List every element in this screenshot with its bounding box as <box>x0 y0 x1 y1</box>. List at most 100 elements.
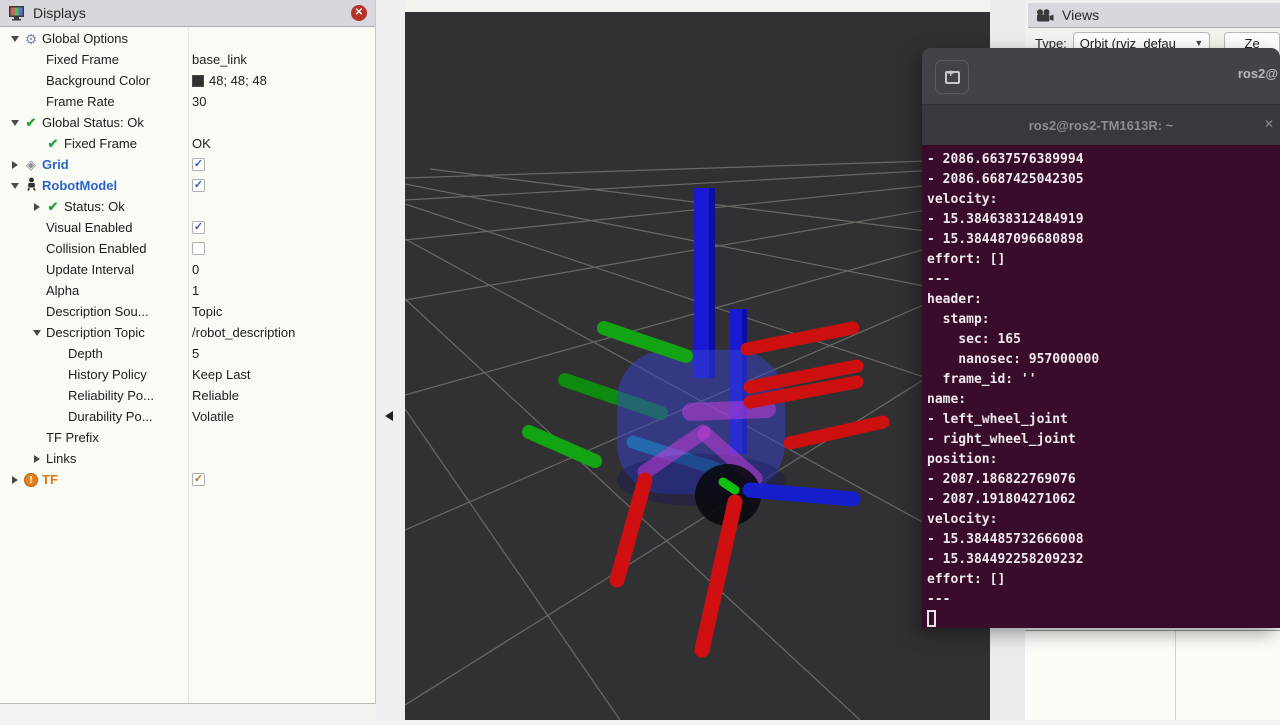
property-value[interactable]: /robot_description <box>192 322 295 343</box>
terminal-window-title: ros2@ <box>1238 66 1278 81</box>
checkbox[interactable]: ✓ <box>192 473 205 486</box>
displays-row[interactable]: Durability Po... Volatile <box>0 406 375 427</box>
expander-open-icon[interactable] <box>8 120 22 126</box>
property-label: Status: Ok <box>62 199 125 214</box>
property-value[interactable]: 30 <box>192 91 206 112</box>
close-icon[interactable]: ✕ <box>351 5 367 21</box>
displays-row[interactable]: Visual Enabled ✓ <box>0 217 375 238</box>
terminal-headerbar[interactable]: ros2@ <box>922 48 1280 105</box>
displays-row[interactable]: Description Sou... Topic <box>0 301 375 322</box>
property-value[interactable]: base_link <box>192 49 247 70</box>
terminal-tab-title[interactable]: ros2@ros2-TM1613R: ~ <box>1029 118 1174 133</box>
warning-icon: ! <box>24 473 38 487</box>
displays-row[interactable]: Fixed Frame base_link <box>0 49 375 70</box>
chevron-down-icon: ▼ <box>1194 38 1203 48</box>
expander-open-icon[interactable] <box>8 36 22 42</box>
displays-row[interactable]: !TF ✓ <box>0 469 375 490</box>
checkbox[interactable]: ✓ <box>192 158 205 171</box>
views-titlebar[interactable]: Views <box>1028 3 1280 28</box>
collapse-panel-icon[interactable] <box>385 411 393 421</box>
checkbox[interactable] <box>192 242 205 255</box>
property-value[interactable]: ✓ <box>192 217 205 238</box>
terminal-cursor <box>927 610 936 627</box>
displays-row[interactable]: Alpha 1 <box>0 280 375 301</box>
displays-row[interactable]: ✔Global Status: Ok <box>0 112 375 133</box>
checkbox[interactable]: ✓ <box>192 221 205 234</box>
displays-row[interactable]: Depth5 <box>0 343 375 364</box>
views-list[interactable] <box>1025 630 1280 720</box>
check-icon: ✔ <box>22 116 40 130</box>
property-value[interactable]: Keep Last <box>192 364 251 385</box>
expander-open-icon[interactable] <box>8 183 22 189</box>
grid-icon: ◈ <box>22 158 40 172</box>
property-value[interactable]: 0 <box>192 259 199 280</box>
property-label: Grid <box>40 157 69 172</box>
displays-row[interactable]: Update Interval 0 <box>0 259 375 280</box>
new-tab-button[interactable] <box>935 60 969 94</box>
property-value[interactable]: Reliable <box>192 385 239 406</box>
property-label: RobotModel <box>40 178 117 193</box>
property-label: Background Color <box>44 73 150 88</box>
terminal-window[interactable]: ros2@ ros2@ros2-TM1613R: ~ ✕ - 2086.6637… <box>922 48 1280 628</box>
property-value[interactable]: Topic <box>192 301 222 322</box>
displays-row[interactable]: ◈Grid ✓ <box>0 154 375 175</box>
property-value[interactable]: Volatile <box>192 406 234 427</box>
property-label: Global Status: Ok <box>40 115 144 130</box>
property-label: Update Interval <box>44 262 134 277</box>
property-value[interactable]: ✓ <box>192 469 205 490</box>
property-value[interactable]: OK <box>192 133 211 154</box>
property-value[interactable]: 5 <box>192 343 199 364</box>
gear-icon: ⚙ <box>22 32 40 46</box>
tf-x-axis-down-left <box>617 480 645 580</box>
displays-row[interactable]: Description Topic/robot_description <box>0 322 375 343</box>
expander-closed-icon[interactable] <box>8 161 22 169</box>
property-label: Fixed Frame <box>44 52 119 67</box>
expander-open-icon[interactable] <box>30 330 44 336</box>
panel-splitter[interactable] <box>376 0 405 720</box>
displays-row[interactable]: ✔Status: Ok <box>0 196 375 217</box>
render-viewport[interactable] <box>405 12 990 720</box>
displays-row[interactable]: Background Color 48; 48; 48 <box>0 70 375 91</box>
property-value[interactable]: 48; 48; 48 <box>192 70 267 91</box>
views-list-divider <box>1175 631 1176 720</box>
expander-closed-icon[interactable] <box>8 476 22 484</box>
displays-tree: ⚙Global OptionsFixed Framebase_linkBackg… <box>0 28 375 703</box>
displays-row[interactable]: ⚙Global Options <box>0 28 375 49</box>
displays-row[interactable]: Reliability Po...Reliable <box>0 385 375 406</box>
displays-row[interactable]: TF Prefix <box>0 427 375 448</box>
property-label: Description Topic <box>44 325 145 340</box>
check-icon: ✔ <box>44 137 62 151</box>
tab-close-icon[interactable]: ✕ <box>1264 117 1274 131</box>
terminal-tabbar[interactable]: ros2@ros2-TM1613R: ~ ✕ <box>922 105 1280 145</box>
property-label: Durability Po... <box>66 409 153 424</box>
expander-closed-icon[interactable] <box>30 455 44 463</box>
property-label: Global Options <box>40 31 128 46</box>
displays-row[interactable]: Links <box>0 448 375 469</box>
displays-titlebar[interactable]: Displays ✕ <box>0 0 375 27</box>
new-tab-icon <box>945 71 960 84</box>
property-label: Visual Enabled <box>44 220 133 235</box>
property-label: Collision Enabled <box>44 241 146 256</box>
expander-closed-icon[interactable] <box>30 203 44 211</box>
views-panel-icon <box>1036 9 1054 22</box>
property-label: Alpha <box>44 283 79 298</box>
displays-row[interactable]: Collision Enabled <box>0 238 375 259</box>
property-value[interactable]: ✓ <box>192 154 205 175</box>
robot-icon <box>22 177 40 194</box>
property-label: TF <box>40 472 58 487</box>
property-label: Description Sou... <box>44 304 149 319</box>
displays-row[interactable]: Frame Rate30 <box>0 91 375 112</box>
property-value[interactable] <box>192 238 205 259</box>
3d-scene <box>405 12 990 720</box>
displays-row[interactable]: RobotModel ✓ <box>0 175 375 196</box>
property-label: History Policy <box>66 367 147 382</box>
displays-panel-title: Displays <box>33 5 86 21</box>
checkbox[interactable]: ✓ <box>192 179 205 192</box>
terminal-content[interactable]: - 2086.6637576389994 - 2086.668742504230… <box>922 145 1280 628</box>
tf-z-axis-horizontal <box>750 490 853 499</box>
property-value[interactable]: ✓ <box>192 175 205 196</box>
property-value[interactable]: 1 <box>192 280 199 301</box>
displays-row[interactable]: ✔Fixed FrameOK <box>0 133 375 154</box>
displays-row[interactable]: History Policy Keep Last <box>0 364 375 385</box>
check-icon: ✔ <box>44 200 62 214</box>
